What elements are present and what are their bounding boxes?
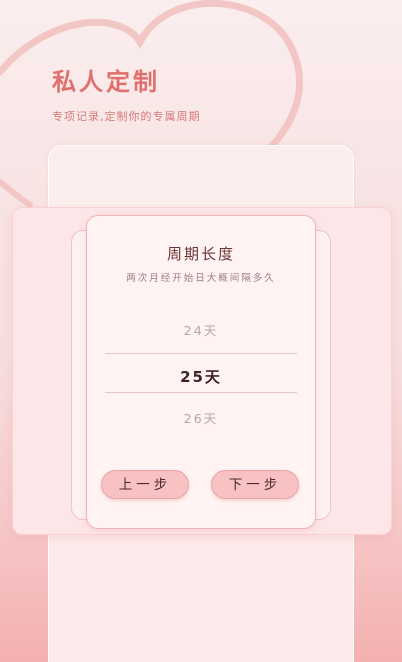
next-step-button[interactable]: 下一步	[211, 470, 299, 499]
picker-option-prev[interactable]: 24天	[87, 320, 315, 339]
picker-option-next[interactable]: 26天	[87, 408, 315, 427]
picker-divider-bottom	[105, 392, 297, 393]
cycle-length-dialog: 周期长度 两次月经开始日大概间隔多久 24天 25天 26天 上一步 下一步	[86, 215, 316, 529]
picker-option-selected[interactable]: 25天	[87, 366, 315, 387]
background-card-lower	[48, 520, 354, 662]
dialog-title: 周期长度	[166, 245, 235, 263]
page-title: 私人定制	[52, 68, 160, 96]
picker-divider-top	[105, 353, 297, 354]
previous-step-button[interactable]: 上一步	[101, 470, 189, 499]
dialog-subtitle: 两次月经开始日大概间隔多久	[126, 273, 276, 284]
page-subtitle: 专项记录,定制你的专属周期	[52, 110, 201, 123]
